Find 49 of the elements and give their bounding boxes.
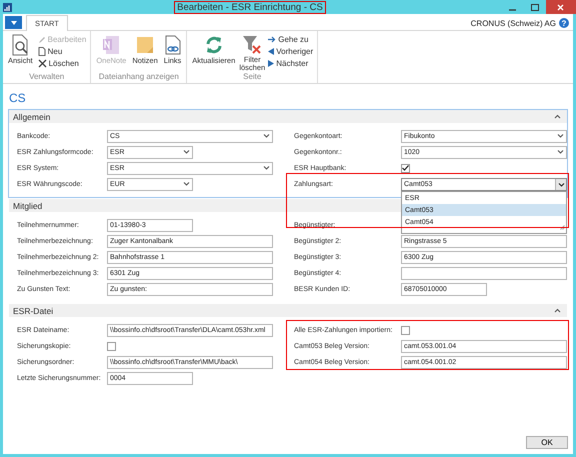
ok-button[interactable]: OK (526, 436, 568, 449)
caret-down-icon (263, 132, 270, 138)
sticky-note-icon (136, 36, 154, 54)
section-header[interactable]: Allgemein (9, 110, 567, 123)
triangle-right-icon (268, 60, 274, 67)
section-title: ESR-Datei (13, 306, 54, 316)
checkmark-icon (402, 165, 409, 171)
caret-down-icon (10, 20, 16, 24)
section-title: Allgemein (13, 112, 50, 122)
page-magnifier-icon (11, 34, 30, 56)
page-icon (38, 47, 46, 56)
funnel-cross-icon (242, 34, 262, 54)
section-header[interactable]: ESR-Datei (9, 304, 567, 317)
caret-down-icon (557, 132, 564, 138)
caret-down-icon (183, 148, 190, 154)
company-name: CRONUS (Schweiz) AG (470, 18, 556, 28)
app-logo-icon (3, 2, 12, 12)
link-page-icon (164, 34, 181, 54)
triangle-left-icon (268, 48, 274, 55)
ribbon-group-label: Seite (242, 72, 262, 83)
close-icon (557, 4, 564, 10)
page-title: CS (8, 90, 27, 107)
caret-down-icon (557, 148, 564, 154)
file-menu-button[interactable] (5, 16, 22, 29)
checkbox[interactable] (401, 326, 410, 334)
caret-down-icon (263, 164, 270, 170)
ribbon-group-label: Dateianhang anzeigen (98, 72, 180, 83)
dropdown-button[interactable] (555, 178, 566, 190)
notebook-icon (102, 34, 120, 54)
arrow-right-icon (268, 36, 276, 43)
ribbon-button[interactable]: Gehe zu (268, 34, 314, 45)
caret-down-icon (183, 180, 190, 186)
input-field[interactable] (401, 266, 567, 280)
window-title: Bearbeiten - ESR Einrichtung - CS (175, 2, 325, 12)
ribbon-group-label: Verwalten (28, 72, 66, 83)
ribbon-button[interactable]: Nächster (268, 58, 314, 69)
checkbox[interactable] (401, 164, 410, 172)
close-button[interactable] (546, 0, 576, 14)
maximize-icon (530, 4, 539, 10)
refresh-icon (204, 34, 224, 54)
ribbon-button[interactable]: Vorheriger (268, 46, 314, 57)
ribbon-button[interactable]: Neu (38, 46, 86, 57)
caret-down-icon (558, 182, 565, 186)
section-title: Mitglied (13, 200, 42, 210)
pencil-icon (38, 36, 46, 44)
ribbon-button[interactable]: Löschen (38, 58, 86, 69)
cross-icon (38, 59, 47, 68)
help-button[interactable]: ? (559, 18, 569, 28)
checkbox[interactable] (107, 342, 116, 350)
